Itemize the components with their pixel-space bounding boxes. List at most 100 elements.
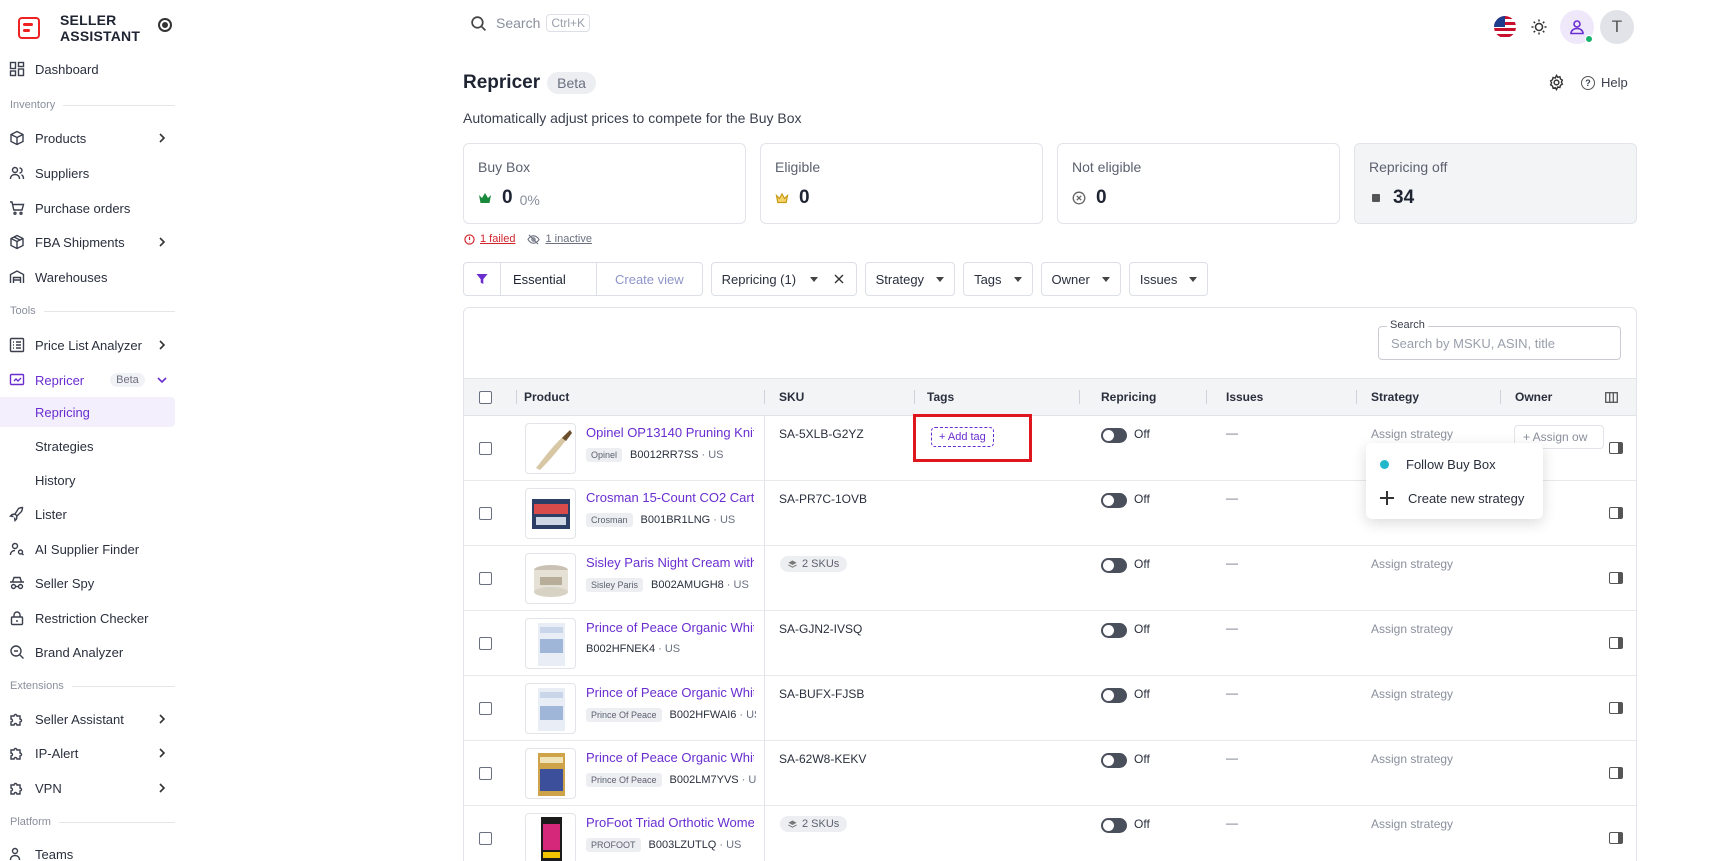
col-owner[interactable]: Owner — [1515, 379, 1552, 415]
sidebar-item-repricing[interactable]: Repricing — [0, 397, 175, 427]
repricing-toggle[interactable] — [1101, 428, 1127, 443]
sidebar-item-products[interactable]: Products — [0, 123, 177, 153]
row-checkbox[interactable] — [479, 572, 492, 585]
tags-filter[interactable]: Tags — [963, 262, 1033, 296]
sidebar-item-brand-analyzer[interactable]: Brand Analyzer — [0, 637, 177, 667]
table-row[interactable]: ProFoot Triad Orthotic Women PROFOOT B00… — [464, 806, 1636, 861]
account-button[interactable] — [1560, 10, 1594, 44]
skus-badge[interactable]: 2 SKUs — [780, 816, 848, 832]
sidebar-item-teams[interactable]: Teams — [0, 839, 177, 861]
assign-strategy-link[interactable]: Assign strategy — [1371, 427, 1453, 441]
col-product[interactable]: Product — [524, 379, 569, 415]
brand[interactable]: SELLER ASSISTANT — [18, 12, 150, 44]
view-dropdown[interactable]: Essential — [501, 263, 597, 295]
product-thumbnail[interactable] — [525, 553, 576, 604]
record-icon[interactable] — [158, 18, 172, 32]
sidebar-item-fba-shipments[interactable]: FBA Shipments — [0, 227, 177, 257]
product-name-link[interactable]: Prince of Peace Organic White Tea — [586, 685, 754, 700]
sidebar-item-dashboard[interactable]: Dashboard — [0, 54, 177, 84]
sidebar-item-strategies[interactable]: Strategies — [0, 431, 177, 461]
asin[interactable]: B002AMUGH8 — [651, 579, 724, 591]
side-panel-icon[interactable] — [1609, 702, 1623, 714]
product-name-link[interactable]: Sisley Paris Night Cream with — [586, 555, 754, 570]
side-panel-icon[interactable] — [1609, 637, 1623, 649]
sidebar-item-restriction-checker[interactable]: Restriction Checker — [0, 603, 177, 633]
col-sku[interactable]: SKU — [779, 379, 804, 415]
product-thumbnail[interactable] — [525, 618, 576, 669]
product-thumbnail[interactable] — [525, 748, 576, 799]
help-button[interactable]: ? Help — [1581, 75, 1628, 90]
skus-badge[interactable]: 2 SKUs — [780, 556, 848, 572]
col-issues[interactable]: Issues — [1226, 379, 1263, 415]
row-checkbox[interactable] — [479, 507, 492, 520]
columns-settings-icon[interactable] — [1605, 379, 1618, 415]
global-search[interactable]: Search Ctrl+K — [470, 14, 591, 32]
asin[interactable]: B002LM7YVS — [670, 774, 739, 786]
repricing-toggle[interactable] — [1101, 753, 1127, 768]
repricing-toggle[interactable] — [1101, 493, 1127, 508]
table-row[interactable]: Prince of Peace Organic White Tea Prince… — [464, 741, 1636, 806]
product-thumbnail[interactable] — [525, 488, 576, 539]
sidebar-item-vpn[interactable]: VPN — [0, 773, 177, 803]
gear-icon[interactable] — [1548, 74, 1565, 91]
failed-link[interactable]: 1 failed — [464, 233, 515, 245]
repricing-toggle[interactable] — [1101, 558, 1127, 573]
table-search-input[interactable] — [1379, 327, 1620, 359]
stat-card-eligible[interactable]: Eligible 0 — [760, 143, 1043, 224]
table-row[interactable]: Prince of Peace Organic White Tea B002HF… — [464, 611, 1636, 676]
product-name-link[interactable]: ProFoot Triad Orthotic Women — [586, 815, 754, 830]
asin[interactable]: B003LZUTLQ — [649, 839, 717, 851]
product-name-link[interactable]: Crosman 15-Count CO2 Cartridges — [586, 490, 754, 505]
sidebar-item-lister[interactable]: Lister — [0, 499, 177, 529]
product-thumbnail[interactable] — [525, 423, 576, 474]
product-name-link[interactable]: Opinel OP13140 Pruning Knife — [586, 425, 754, 440]
strategy-filter[interactable]: Strategy — [864, 262, 956, 296]
row-checkbox[interactable] — [479, 442, 492, 455]
side-panel-icon[interactable] — [1609, 507, 1623, 519]
sidebar-item-purchase-orders[interactable]: Purchase orders — [0, 193, 177, 223]
asin[interactable]: B0012RR7SS — [630, 449, 699, 461]
sun-icon[interactable] — [1530, 18, 1548, 36]
sidebar-item-repricer[interactable]: Repricer Beta — [0, 365, 177, 395]
table-row[interactable]: Sisley Paris Night Cream with Sisley Par… — [464, 546, 1636, 611]
col-repricing[interactable]: Repricing — [1101, 379, 1156, 415]
menu-item-follow-buy-box[interactable]: Follow Buy Box — [1366, 447, 1543, 481]
product-thumbnail[interactable] — [525, 813, 576, 861]
repricing-toggle[interactable] — [1101, 623, 1127, 638]
stat-card-buy-box[interactable]: Buy Box 0 0% — [463, 143, 746, 224]
issues-filter[interactable]: Issues — [1128, 262, 1209, 296]
avatar[interactable]: T — [1600, 10, 1634, 44]
row-checkbox[interactable] — [479, 702, 492, 715]
side-panel-icon[interactable] — [1609, 572, 1623, 584]
sidebar-item-history[interactable]: History — [0, 465, 177, 495]
stat-card-repricing-off[interactable]: Repricing off 34 — [1354, 143, 1637, 224]
inactive-link[interactable]: 1 inactive — [527, 233, 592, 245]
assign-strategy-link[interactable]: Assign strategy — [1371, 817, 1453, 831]
select-all-checkbox[interactable] — [479, 379, 492, 415]
sidebar-item-price-list-analyzer[interactable]: Price List Analyzer — [0, 330, 177, 360]
menu-item-create-new-strategy[interactable]: Create new strategy — [1366, 481, 1543, 515]
filter-toggle[interactable] — [464, 263, 501, 295]
side-panel-icon[interactable] — [1609, 767, 1623, 779]
assign-strategy-link[interactable]: Assign strategy — [1371, 622, 1453, 636]
asin[interactable]: B001BR1LNG — [641, 514, 711, 526]
row-checkbox[interactable] — [479, 767, 492, 780]
col-strategy[interactable]: Strategy — [1371, 379, 1419, 415]
product-thumbnail[interactable] — [525, 683, 576, 734]
sidebar-item-suppliers[interactable]: Suppliers — [0, 158, 177, 188]
repricing-filter[interactable]: Repricing (1) — [710, 262, 857, 296]
repricing-toggle[interactable] — [1101, 688, 1127, 703]
owner-filter[interactable]: Owner — [1040, 262, 1121, 296]
assign-strategy-link[interactable]: Assign strategy — [1371, 687, 1453, 701]
product-name-link[interactable]: Prince of Peace Organic White Tea — [586, 750, 754, 765]
table-row[interactable]: Prince of Peace Organic White Tea Prince… — [464, 676, 1636, 741]
assign-strategy-link[interactable]: Assign strategy — [1371, 557, 1453, 571]
asin[interactable]: B002HFWAI6 — [670, 709, 737, 721]
assign-strategy-link[interactable]: Assign strategy — [1371, 752, 1453, 766]
side-panel-icon[interactable] — [1609, 832, 1623, 844]
create-view-button[interactable]: Create view — [597, 263, 702, 295]
row-checkbox[interactable] — [479, 832, 492, 845]
sidebar-item-ai-supplier-finder[interactable]: AI Supplier Finder — [0, 534, 177, 564]
row-checkbox[interactable] — [479, 637, 492, 650]
asin[interactable]: B002HFNEK4 — [586, 643, 655, 655]
